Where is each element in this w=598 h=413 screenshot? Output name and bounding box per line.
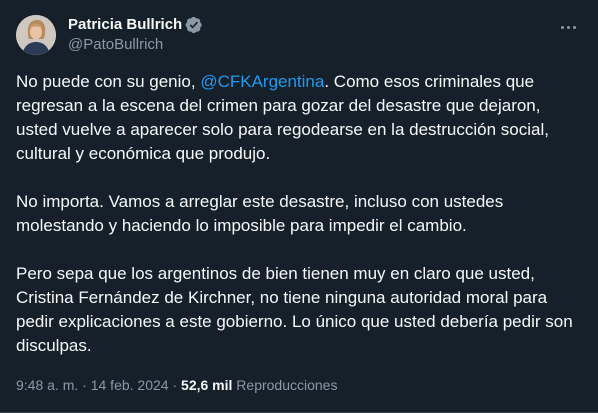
tweet-meta: 9:48 a. m. · 14 feb. 2024 · 52,6 mil Rep… bbox=[16, 375, 337, 395]
more-dot bbox=[572, 25, 576, 29]
more-dot bbox=[566, 25, 570, 29]
views-label: Reproducciones bbox=[236, 377, 338, 393]
user-avatar[interactable] bbox=[16, 15, 56, 55]
tweet-date[interactable]: 14 feb. 2024 bbox=[91, 377, 169, 393]
more-dot bbox=[560, 25, 564, 29]
meta-separator: · bbox=[168, 377, 182, 393]
avatar-image bbox=[16, 15, 56, 55]
author-handle[interactable]: @PatoBullrich bbox=[68, 35, 203, 55]
tweet-text: No puede con su genio, @CFKArgentina. Co… bbox=[16, 70, 586, 358]
verified-badge-icon[interactable] bbox=[185, 16, 203, 34]
tweet-paragraph-1: No puede con su genio, @CFKArgentina. Co… bbox=[16, 70, 586, 166]
author-name-row: Patricia Bullrich bbox=[68, 15, 203, 35]
mention-link[interactable]: @CFKArgentina bbox=[200, 72, 324, 91]
more-options-icon[interactable] bbox=[554, 17, 582, 37]
tweet-card: Patricia Bullrich @PatoBullrich No puede… bbox=[0, 0, 598, 413]
meta-separator: · bbox=[78, 377, 91, 393]
paragraph-1-pre: No puede con su genio, bbox=[16, 72, 201, 91]
author-display-name[interactable]: Patricia Bullrich bbox=[68, 15, 182, 35]
author-names: Patricia Bullrich @PatoBullrich bbox=[68, 15, 203, 55]
views-count: 52,6 mil bbox=[181, 377, 233, 393]
tweet-time[interactable]: 9:48 a. m. bbox=[16, 377, 78, 393]
tweet-header: Patricia Bullrich @PatoBullrich bbox=[16, 15, 582, 57]
tweet-paragraph-2: No importa. Vamos a arreglar este desast… bbox=[16, 192, 504, 235]
tweet-paragraph-3: Pero sepa que los argentinos de bien tie… bbox=[16, 264, 573, 355]
